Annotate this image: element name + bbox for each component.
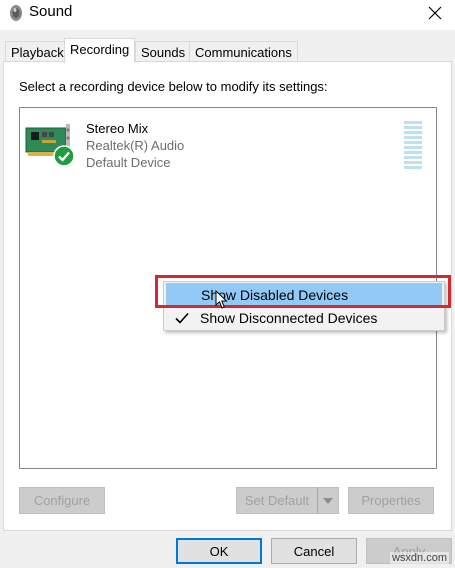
cancel-button[interactable]: Cancel	[271, 538, 357, 564]
tab-communications[interactable]: Communications	[189, 41, 298, 62]
window-title: Sound	[29, 3, 73, 20]
close-icon	[428, 6, 442, 20]
set-default-button[interactable]: Set Default	[236, 487, 318, 514]
default-checkmark-icon	[53, 145, 75, 167]
device-driver: Realtek(R) Audio	[86, 138, 185, 153]
level-meter-icon	[404, 121, 422, 169]
configure-button[interactable]: Configure	[19, 487, 105, 514]
checkmark-icon	[175, 312, 189, 324]
watermark: wsxdn.com	[389, 552, 449, 564]
device-item-stereo-mix[interactable]: Stereo Mix Realtek(R) Audio Default Devi…	[24, 120, 424, 176]
instruction-text: Select a recording device below to modif…	[19, 79, 328, 94]
menu-item-label: Show Disconnected Devices	[200, 310, 378, 326]
tab-playback[interactable]: Playback	[5, 41, 70, 62]
menu-item-show-disabled-devices[interactable]: Show Disabled Devices	[166, 283, 442, 306]
device-status: Default Device	[86, 155, 171, 170]
speaker-icon	[10, 5, 22, 21]
tab-sounds[interactable]: Sounds	[135, 41, 192, 62]
menu-item-show-disconnected-devices[interactable]: Show Disconnected Devices	[166, 307, 442, 330]
title-bar: Sound	[0, 0, 455, 30]
tab-strip: Playback Recording Sounds Communications	[0, 38, 455, 63]
device-name: Stereo Mix	[86, 121, 149, 136]
device-info: Stereo Mix Realtek(R) Audio Default Devi…	[86, 120, 184, 171]
set-default-dropdown[interactable]	[317, 487, 339, 514]
close-button[interactable]	[415, 0, 455, 26]
context-menu: Show Disabled Devices Show Disconnected …	[163, 281, 445, 331]
tab-recording[interactable]: Recording	[64, 38, 136, 63]
properties-button[interactable]: Properties	[348, 487, 434, 514]
mouse-cursor-icon	[215, 290, 228, 309]
chevron-down-icon	[323, 497, 333, 504]
ok-button[interactable]: OK	[176, 538, 262, 564]
